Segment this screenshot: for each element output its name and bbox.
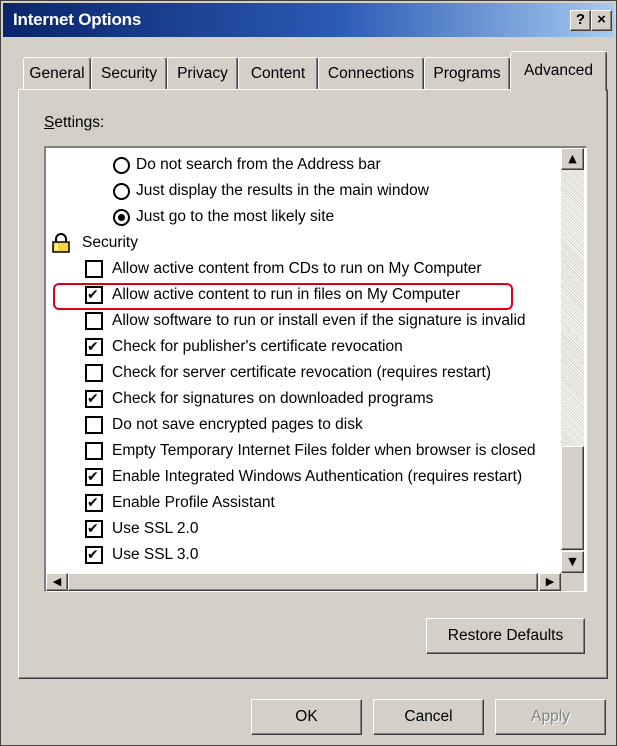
checkbox-checked[interactable]: [85, 491, 103, 515]
list-item-label: Allow active content from CDs to run on …: [112, 260, 482, 277]
horizontal-scrollbar[interactable]: ◀ ▶: [46, 573, 561, 591]
left-arrow-icon: ◀: [52, 575, 62, 588]
checkbox[interactable]: [85, 364, 103, 382]
scroll-right-button[interactable]: ▶: [539, 573, 561, 591]
settings-group-security[interactable]: Security: [46, 230, 561, 256]
list-item[interactable]: Use SSL 2.0: [46, 516, 561, 542]
ok-button[interactable]: OK: [251, 699, 362, 735]
up-arrow-icon: ▲: [568, 152, 577, 165]
tab-connections[interactable]: Connections: [318, 57, 424, 89]
apply-button[interactable]: Apply: [495, 699, 606, 735]
scroll-up-button[interactable]: ▲: [561, 148, 584, 170]
tab-advanced[interactable]: Advanced: [510, 51, 607, 91]
list-item-label: Enable Profile Assistant: [112, 494, 275, 511]
list-item[interactable]: Allow active content from CDs to run on …: [46, 256, 561, 282]
right-arrow-icon: ▶: [545, 575, 555, 588]
list-item[interactable]: Enable Integrated Windows Authentication…: [46, 464, 561, 490]
checkbox-checked[interactable]: [85, 335, 103, 359]
list-item-label: Use SSL 3.0: [112, 546, 199, 563]
list-item[interactable]: Check for publisher's certificate revoca…: [46, 334, 561, 360]
list-item[interactable]: Enable Profile Assistant: [46, 490, 561, 516]
checkbox-checked[interactable]: [85, 517, 103, 541]
list-item[interactable]: Check for signatures on downloaded progr…: [46, 386, 561, 412]
restore-defaults-button[interactable]: Restore Defaults: [426, 618, 585, 654]
scroll-down-button[interactable]: ▼: [561, 551, 584, 573]
list-item-label: Enable Integrated Windows Authentication…: [112, 468, 523, 485]
radio-button-selected[interactable]: [113, 209, 130, 226]
checkbox-checked[interactable]: [85, 543, 103, 567]
help-button[interactable]: ?: [570, 10, 591, 31]
group-label: Security: [82, 234, 138, 251]
settings-label-rest: ettings:: [54, 114, 105, 131]
list-item-label: Just display the results in the main win…: [136, 182, 429, 199]
list-item[interactable]: Use SSL 3.0: [46, 542, 561, 568]
close-button[interactable]: ×: [591, 10, 612, 31]
vertical-scroll-thumb[interactable]: [561, 446, 584, 550]
settings-list-items: Do not search from the Address bar Just …: [46, 148, 561, 573]
radio-button[interactable]: [113, 157, 130, 174]
list-item-label: Empty Temporary Internet Files folder wh…: [112, 442, 536, 459]
list-item[interactable]: Empty Temporary Internet Files folder wh…: [46, 438, 561, 464]
settings-label: Settings:: [44, 114, 105, 131]
checkbox[interactable]: [85, 312, 103, 330]
tab-content[interactable]: Content: [238, 57, 318, 89]
cancel-button[interactable]: Cancel: [373, 699, 484, 735]
list-item-label: Check for server certificate revocation …: [112, 364, 492, 381]
list-item-label: Do not search from the Address bar: [136, 156, 381, 173]
horizontal-scroll-thumb[interactable]: [68, 573, 538, 591]
checkbox[interactable]: [85, 442, 103, 460]
scrollbar-corner: [561, 573, 584, 591]
checkbox[interactable]: [85, 416, 103, 434]
tab-security[interactable]: Security: [91, 57, 167, 89]
window-title: Internet Options: [13, 10, 142, 29]
tab-general[interactable]: General: [23, 57, 91, 89]
list-item[interactable]: Do not search from the Address bar: [46, 152, 561, 178]
internet-options-dialog: Internet Options ? × General Security Pr…: [0, 0, 617, 746]
list-item[interactable]: Just display the results in the main win…: [46, 178, 561, 204]
list-item[interactable]: Check for server certificate revocation …: [46, 360, 561, 386]
checkbox-checked[interactable]: [85, 465, 103, 489]
list-item-label: Check for signatures on downloaded progr…: [112, 390, 434, 407]
list-item-label: Just go to the most likely site: [136, 208, 335, 225]
tab-programs[interactable]: Programs: [424, 57, 510, 89]
list-item-label: Allow software to run or install even if…: [112, 312, 526, 329]
checkbox[interactable]: [85, 260, 103, 278]
list-item[interactable]: Allow active content to run in files on …: [46, 282, 561, 308]
settings-list[interactable]: Do not search from the Address bar Just …: [44, 146, 587, 592]
tab-privacy[interactable]: Privacy: [167, 57, 238, 89]
checkbox-checked[interactable]: [85, 387, 103, 411]
list-item-label: Check for publisher's certificate revoca…: [112, 338, 403, 355]
radio-button[interactable]: [113, 183, 130, 200]
down-arrow-icon: ▼: [568, 555, 577, 568]
lock-icon: [52, 233, 70, 253]
list-item[interactable]: Allow software to run or install even if…: [46, 308, 561, 334]
list-item-label: Do not save encrypted pages to disk: [112, 416, 363, 433]
list-item[interactable]: Just go to the most likely site: [46, 204, 561, 230]
scroll-left-button[interactable]: ◀: [46, 573, 68, 591]
checkbox-checked[interactable]: [85, 283, 103, 307]
vertical-scrollbar[interactable]: ▲ ▼: [561, 148, 584, 573]
list-item[interactable]: Do not save encrypted pages to disk: [46, 412, 561, 438]
list-item-label: Allow active content to run in files on …: [112, 286, 461, 303]
list-item-label: Use SSL 2.0: [112, 520, 199, 537]
title-bar[interactable]: Internet Options ? ×: [3, 3, 614, 37]
